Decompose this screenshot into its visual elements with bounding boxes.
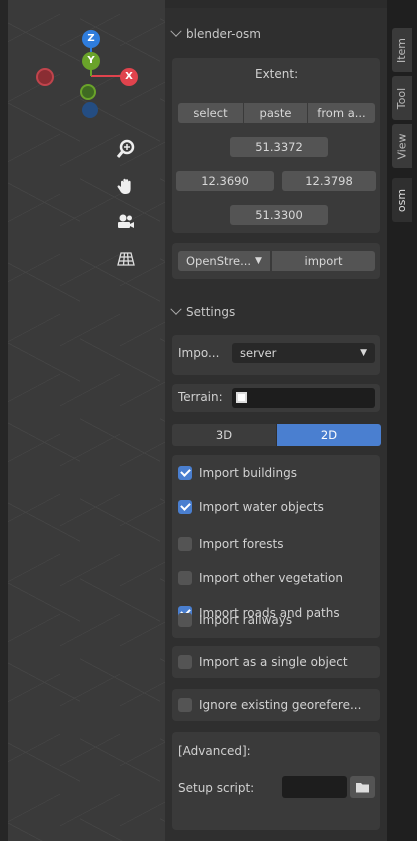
setup-script-field[interactable] <box>282 776 347 798</box>
pan-hand-icon[interactable] <box>112 172 140 200</box>
lon-min-field[interactable]: 12.3690 <box>176 171 274 191</box>
mode-2d-button[interactable]: 2D <box>277 424 381 446</box>
checkbox-unchecked-icon <box>178 537 192 551</box>
check-label: Import buildings <box>199 466 297 480</box>
check-ignore-georef[interactable]: Ignore existing georefere... <box>178 696 361 714</box>
import-button[interactable]: import <box>272 251 375 271</box>
lat-min-field[interactable]: 51.3300 <box>230 205 328 225</box>
paste-button[interactable]: paste <box>244 103 307 123</box>
check-label: Import other vegetation <box>199 571 343 585</box>
check-import-water[interactable]: Import water objects <box>178 498 324 516</box>
viewport-left-edge <box>0 0 8 841</box>
mode-3d-button[interactable]: 3D <box>172 424 276 446</box>
perspective-grid-icon[interactable] <box>112 245 140 273</box>
file-browser-button[interactable] <box>350 776 375 798</box>
chevron-down-icon <box>170 303 182 315</box>
camera-view-icon[interactable] <box>112 208 140 236</box>
checkbox-unchecked-icon <box>178 571 192 585</box>
check-import-forests[interactable]: Import forests <box>178 535 283 553</box>
navigation-gizmo[interactable]: Z Y X <box>28 22 148 122</box>
neg-y-axis-icon[interactable] <box>80 84 96 100</box>
import-mode-select[interactable]: server ▼ <box>232 343 375 363</box>
3d-viewport[interactable]: Z Y X <box>0 0 165 841</box>
check-label: Ignore existing georefere... <box>199 698 362 712</box>
check-label: Import water objects <box>199 500 324 514</box>
chevron-down-icon: ▼ <box>255 256 262 266</box>
setup-script-label: Setup script: <box>178 781 255 795</box>
folder-icon <box>356 783 369 793</box>
tab-tool[interactable]: Tool <box>392 76 412 120</box>
checkbox-unchecked-icon <box>178 698 192 712</box>
lat-max-field[interactable]: 51.3372 <box>230 137 328 157</box>
checkbox-unchecked-icon <box>178 613 192 627</box>
check-single-object[interactable]: Import as a single object <box>178 653 348 671</box>
y-axis-icon[interactable]: Y <box>82 52 100 70</box>
lon-max-field[interactable]: 12.3798 <box>282 171 376 191</box>
settings-title: Settings <box>186 305 236 319</box>
tab-view[interactable]: View <box>392 124 412 168</box>
import-mode-value: server <box>240 346 277 360</box>
check-import-railways[interactable]: Import railways <box>178 611 292 629</box>
check-import-buildings[interactable]: Import buildings <box>178 464 297 482</box>
z-axis-icon[interactable]: Z <box>82 30 100 48</box>
advanced-label: [Advanced]: <box>178 744 251 758</box>
tab-osm[interactable]: osm <box>392 178 412 222</box>
x-axis-icon[interactable]: X <box>120 68 138 86</box>
mesh-object-icon <box>236 392 247 403</box>
check-import-vegetation[interactable]: Import other vegetation <box>178 569 343 587</box>
panel-title: blender-osm <box>186 27 261 41</box>
check-label: Import forests <box>199 537 284 551</box>
panel-header-settings[interactable]: Settings <box>170 302 236 322</box>
neg-z-axis-icon[interactable] <box>82 102 98 118</box>
tab-item[interactable]: Item <box>392 28 412 72</box>
terrain-label: Terrain: <box>178 390 223 404</box>
checkbox-unchecked-icon <box>178 655 192 669</box>
chevron-down-icon <box>170 25 182 37</box>
check-label: Import as a single object <box>199 655 348 669</box>
import-mode-label: Impo... <box>178 346 220 360</box>
data-source-select[interactable]: OpenStre... ▼ <box>178 251 270 271</box>
select-button[interactable]: select <box>178 103 243 123</box>
chevron-down-icon: ▼ <box>360 348 367 358</box>
checkbox-checked-icon <box>178 466 192 480</box>
checkbox-checked-icon <box>178 500 192 514</box>
panel-header-blender-osm[interactable]: blender-osm <box>170 24 261 44</box>
neg-x-axis-icon[interactable] <box>36 68 54 86</box>
check-label: Import railways <box>199 613 293 627</box>
extent-label: Extent: <box>255 67 299 81</box>
from-addon-button[interactable]: from a... <box>308 103 375 123</box>
zoom-icon[interactable] <box>112 135 140 163</box>
terrain-field[interactable] <box>232 388 375 408</box>
data-source-value: OpenStre... <box>186 254 252 268</box>
